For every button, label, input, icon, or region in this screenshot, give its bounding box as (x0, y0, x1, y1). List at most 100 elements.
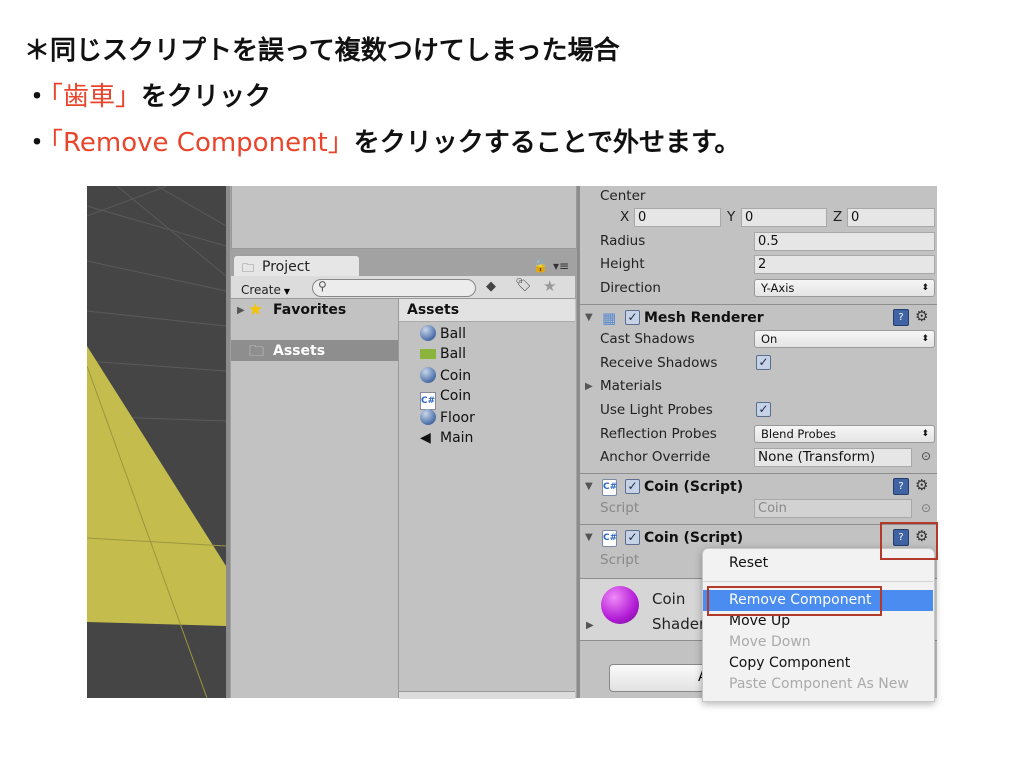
folder-icon: 🗀 (249, 342, 265, 360)
shader-label: Shader (652, 615, 706, 633)
dropdown-value: Y-Axis (761, 281, 795, 295)
bullet-2: ・「Remove Component」をクリックすることで外せます。 (24, 122, 740, 159)
asset-item[interactable]: Ball (420, 346, 466, 362)
gear-icon[interactable]: ⚙ (915, 307, 928, 325)
reflection-probes-label: Reflection Probes (600, 426, 717, 442)
expand-triangle-icon[interactable]: ▶ (585, 381, 593, 392)
annotation-box-gear (880, 522, 938, 560)
asset-item[interactable]: Coin (420, 367, 471, 384)
object-picker-icon[interactable]: ⊙ (921, 501, 931, 515)
asset-name: Coin (440, 388, 472, 404)
script-component-title: Coin (Script) (644, 479, 744, 495)
collapse-triangle-icon[interactable]: ▼ (585, 532, 593, 543)
direction-label: Direction (600, 280, 661, 296)
favorite-star-icon[interactable]: ★ (543, 277, 556, 295)
help-book-icon[interactable]: ? (893, 478, 909, 495)
filter-by-label-icon[interactable]: 🏷 (515, 278, 532, 293)
bullet-text: をクリックすることで外せます。 (353, 128, 741, 158)
bullet-mark: ・ (24, 82, 51, 112)
slide-heading: ＊同じスクリプトを誤って複数つけてしまった場合 (24, 36, 620, 66)
dropdown-arrow-icon: ▼ (283, 287, 291, 296)
create-button[interactable]: Create ▼ (241, 279, 290, 298)
asset-item[interactable]: ◀ Main (420, 430, 473, 446)
assets-folder-item[interactable]: 🗀 Assets (231, 340, 398, 361)
direction-dropdown[interactable]: Y-Axis ⬍ (754, 279, 935, 297)
collapse-triangle-icon[interactable]: ▼ (585, 312, 593, 323)
assets-header-label: Assets (407, 302, 460, 318)
use-light-probes-checkbox[interactable]: ✓ (756, 402, 771, 417)
material-sphere-icon (420, 325, 436, 341)
center-y-field[interactable]: 0 (741, 208, 827, 227)
asset-item[interactable]: Floor (420, 409, 475, 426)
bullet-1: ・「歯車」をクリック (24, 76, 271, 113)
cast-shadows-label: Cast Shadows (600, 331, 695, 347)
reflection-probes-dropdown[interactable]: Blend Probes ⬍ (754, 425, 935, 443)
script-label: Script (600, 500, 640, 516)
tab-label: Project (262, 259, 310, 275)
materials-label[interactable]: Materials (600, 378, 662, 394)
hierarchy-panel (231, 186, 577, 249)
assets-header: Assets (399, 299, 575, 322)
bullet-highlight: 「Remove Component」 (50, 128, 354, 158)
cast-shadows-dropdown[interactable]: On ⬍ (754, 330, 935, 348)
favorites-item[interactable]: Favorites (273, 302, 346, 318)
anchor-override-field[interactable]: None (Transform) (754, 448, 912, 467)
script-enabled-checkbox[interactable]: ✓ (625, 479, 640, 494)
create-label: Create (241, 283, 281, 297)
bullet-text: をクリック (141, 82, 272, 112)
divider (580, 304, 937, 305)
asset-name: Coin (440, 368, 472, 384)
annotation-box-remove-component (707, 586, 882, 616)
search-input[interactable]: ⚲ (312, 279, 476, 297)
assets-folder-label: Assets (273, 343, 326, 359)
tab-project[interactable]: 🗀 Project (233, 255, 360, 278)
csharp-script-icon: C# (420, 392, 436, 410)
search-icon: ⚲ (318, 279, 327, 293)
object-picker-icon[interactable]: ⊙ (921, 449, 931, 463)
menu-item-paste-component-as-new: Paste Component As New (729, 676, 909, 692)
csharp-script-icon: C# (602, 530, 617, 547)
bullet-highlight: 「歯車」 (50, 82, 142, 112)
help-book-icon[interactable]: ? (893, 309, 909, 326)
expand-triangle-icon[interactable]: ▶ (586, 620, 594, 631)
receive-shadows-checkbox[interactable]: ✓ (756, 355, 771, 370)
anchor-override-label: Anchor Override (600, 449, 711, 465)
expand-triangle-icon[interactable]: ▶ (237, 305, 245, 316)
star-icon: ★ (248, 300, 264, 320)
asset-name: Ball (440, 326, 466, 342)
lock-icon[interactable]: 🔓 (533, 259, 548, 273)
script-component-title: Coin (Script) (644, 530, 744, 546)
splitter[interactable] (226, 186, 230, 698)
scene-view[interactable] (87, 186, 226, 698)
use-light-probes-label: Use Light Probes (600, 402, 713, 418)
menu-item-copy-component[interactable]: Copy Component (729, 655, 850, 671)
asset-item[interactable]: C# Coin (420, 388, 471, 410)
material-sphere-icon (420, 367, 436, 383)
script-label: Script (600, 552, 640, 568)
csharp-script-icon: C# (602, 479, 617, 496)
prefab-icon (420, 349, 436, 359)
receive-shadows-label: Receive Shadows (600, 355, 718, 371)
script-enabled-checkbox[interactable]: ✓ (625, 530, 640, 545)
material-sphere-icon (420, 409, 436, 425)
radius-field[interactable]: 0.5 (754, 232, 935, 251)
updown-arrow-icon: ⬍ (921, 334, 929, 344)
menu-item-reset[interactable]: Reset (729, 555, 768, 571)
zoom-slider-bar[interactable] (399, 691, 575, 699)
mesh-renderer-icon: ▦ (602, 309, 617, 327)
script-value: Coin (758, 501, 787, 516)
collapse-triangle-icon[interactable]: ▼ (585, 481, 593, 492)
asset-name: Main (440, 430, 474, 446)
center-z-field[interactable]: 0 (847, 208, 935, 227)
height-field[interactable]: 2 (754, 255, 935, 274)
center-x-field[interactable]: 0 (634, 208, 721, 227)
panel-menu-icon[interactable]: ▾≡ (553, 259, 569, 273)
radius-label: Radius (600, 233, 646, 249)
bullet-mark: ・ (24, 128, 51, 158)
mesh-renderer-enabled-checkbox[interactable]: ✓ (625, 310, 640, 325)
filter-by-type-icon[interactable]: ◆ (486, 279, 496, 294)
unity-scene-icon: ◀ (420, 430, 431, 446)
material-name: Coin (652, 590, 686, 608)
asset-item[interactable]: Ball (420, 325, 466, 342)
gear-icon[interactable]: ⚙ (915, 476, 928, 494)
